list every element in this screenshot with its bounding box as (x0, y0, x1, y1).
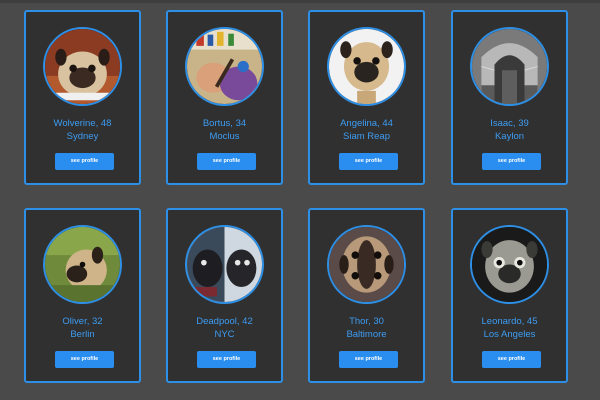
see-profile-button[interactable]: see profile (197, 153, 256, 170)
profile-city: Berlin (70, 329, 95, 340)
see-profile-button[interactable]: see profile (197, 351, 256, 368)
profile-name-age: Oliver, 32 (62, 316, 103, 327)
profile-card[interactable]: Angelina, 44 Siam Reap see profile (308, 10, 425, 185)
profile-card[interactable]: Deadpool, 42 NYC see profile (166, 208, 283, 383)
profile-name-age: Bortus, 34 (202, 118, 247, 129)
see-profile-button[interactable]: see profile (482, 351, 541, 368)
pug-photo-icon (327, 27, 406, 106)
profile-card[interactable]: Leonardo, 45 Los Angeles see profile (451, 208, 568, 383)
painting-photo-icon (185, 27, 264, 106)
profile-name-age: Isaac, 39 (490, 118, 529, 129)
profile-card[interactable]: Wolverine, 48 Sydney see profile (24, 10, 141, 185)
profile-city: Kaylon (494, 131, 525, 142)
profile-city: NYC (214, 329, 235, 340)
profile-card[interactable]: Oliver, 32 Berlin see profile (24, 208, 141, 383)
pug-photo-icon (43, 225, 122, 304)
corridor-photo-icon (470, 27, 549, 106)
profile-name-age: Leonardo, 45 (481, 316, 538, 327)
pug-photo-icon (327, 225, 406, 304)
profile-card[interactable]: Bortus, 34 Moclus see profile (166, 10, 283, 185)
profile-card[interactable]: Isaac, 39 Kaylon see profile (451, 10, 568, 185)
profile-city: Siam Reap (343, 131, 390, 142)
profile-name-age: Angelina, 44 (340, 118, 393, 129)
profile-city: Baltimore (346, 329, 387, 340)
see-profile-button[interactable]: see profile (339, 351, 398, 368)
profile-card[interactable]: Thor, 30 Baltimore see profile (308, 208, 425, 383)
profile-grid: Wolverine, 48 Sydney see profile Bortus,… (0, 0, 600, 400)
profile-name-age: Wolverine, 48 (53, 118, 112, 129)
pug-photo-icon (43, 27, 122, 106)
pug-photo-icon (470, 225, 549, 304)
profile-city: Sydney (66, 131, 99, 142)
profile-city: Moclus (209, 131, 240, 142)
see-profile-button[interactable]: see profile (55, 153, 114, 170)
see-profile-button[interactable]: see profile (482, 153, 541, 170)
profile-name-age: Deadpool, 42 (196, 316, 253, 327)
profile-name-age: Thor, 30 (349, 316, 384, 327)
profile-city: Los Angeles (483, 329, 536, 340)
see-profile-button[interactable]: see profile (339, 153, 398, 170)
pug-photo-icon (185, 225, 264, 304)
see-profile-button[interactable]: see profile (55, 351, 114, 368)
